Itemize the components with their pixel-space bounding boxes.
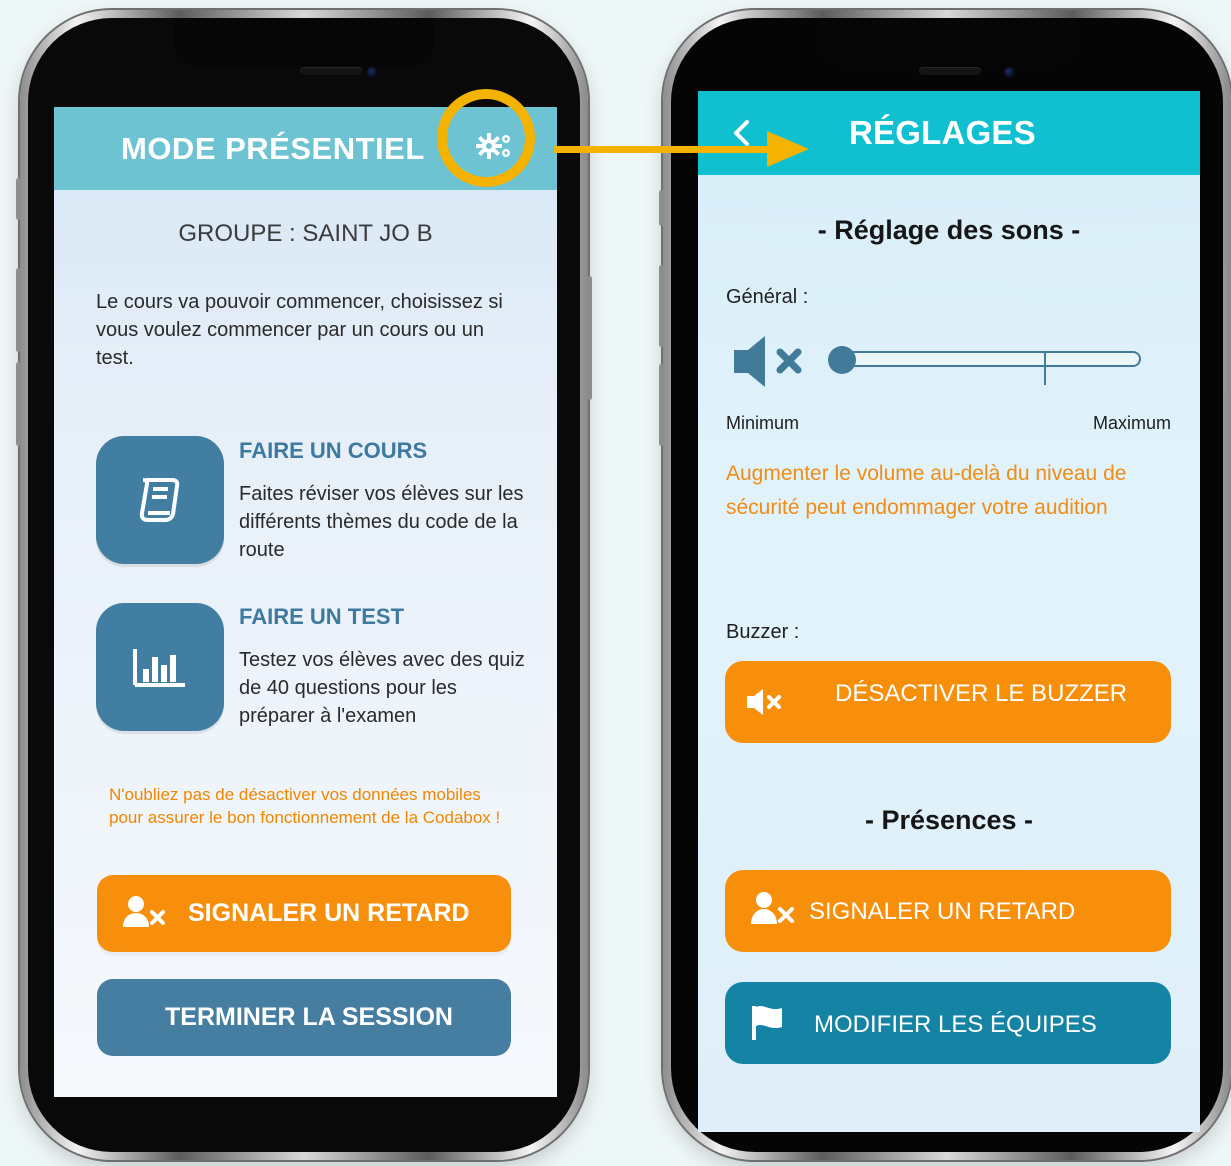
user-x-icon bbox=[751, 892, 794, 924]
report-late-label: SIGNALER UN RETARD bbox=[188, 899, 470, 927]
disable-buzzer-label: DÉSACTIVER LE BUZZER bbox=[835, 680, 1128, 707]
test-description: Testez vos élèves avec des quiz de 40 qu… bbox=[239, 649, 525, 727]
maximum-label: Maximum bbox=[1092, 413, 1171, 433]
minimum-label: Minimum bbox=[726, 413, 800, 433]
group-label: GROUPE : SAINT JO B bbox=[178, 220, 433, 247]
user-x-icon bbox=[123, 896, 165, 927]
sound-settings-title: - Réglage des sons - bbox=[817, 215, 1081, 245]
volume-warning: Augmenter le volume au-delà du niveau de… bbox=[726, 462, 1127, 519]
side-button bbox=[16, 268, 21, 352]
volume-slider-track[interactable] bbox=[838, 351, 1141, 367]
side-button bbox=[659, 364, 664, 446]
course-description: Faites réviser vos élèves sur les différ… bbox=[239, 483, 524, 561]
phone-notch bbox=[817, 18, 1077, 66]
book-icon bbox=[139, 478, 180, 522]
buzzer-label: Buzzer : bbox=[726, 621, 800, 643]
phone-notch bbox=[174, 18, 434, 66]
mute-icon bbox=[747, 689, 781, 715]
right-screen: RÉGLAGES - Réglage des sons - Général : … bbox=[698, 91, 1200, 1132]
intro-text: Le cours va pouvoir commencer, choisisse… bbox=[96, 291, 503, 369]
speaker-grille bbox=[919, 67, 981, 75]
settings-highlight-ring bbox=[437, 89, 535, 187]
modify-teams-button[interactable]: MODIFIER LES ÉQUIPES bbox=[725, 982, 1171, 1064]
side-button bbox=[659, 190, 664, 226]
front-camera bbox=[367, 67, 378, 78]
test-card[interactable] bbox=[96, 603, 224, 731]
report-late-label: SIGNALER UN RETARD bbox=[809, 898, 1076, 925]
test-title: FAIRE UN TEST bbox=[239, 604, 405, 629]
course-card[interactable] bbox=[96, 436, 224, 564]
general-label: Général : bbox=[726, 286, 809, 308]
left-screen: MODE PRÉSENTIEL GROUPE : SAINT JO B Le c… bbox=[54, 107, 557, 1097]
side-button bbox=[587, 276, 592, 400]
side-button bbox=[16, 178, 21, 220]
modify-teams-label: MODIFIER LES ÉQUIPES bbox=[814, 1011, 1097, 1038]
flag-icon bbox=[752, 1005, 782, 1040]
mobile-data-notice: N'oubliez pas de désactiver vos données … bbox=[109, 785, 501, 827]
speaker-grille bbox=[300, 67, 362, 75]
front-camera bbox=[1004, 67, 1015, 78]
back-arrow-icon[interactable] bbox=[729, 119, 753, 147]
bar-chart-icon bbox=[133, 649, 185, 687]
course-title: FAIRE UN COURS bbox=[239, 438, 428, 463]
page-title: MODE PRÉSENTIEL bbox=[121, 131, 425, 166]
end-session-label: TERMINER LA SESSION bbox=[165, 1003, 453, 1031]
side-button bbox=[16, 362, 21, 446]
end-session-button[interactable]: TERMINER LA SESSION bbox=[97, 979, 511, 1056]
presences-title: - Présences - bbox=[864, 805, 1034, 835]
disable-buzzer-button[interactable]: DÉSACTIVER LE BUZZER bbox=[725, 661, 1171, 743]
settings-callout-arrow bbox=[554, 146, 774, 153]
mute-icon bbox=[734, 336, 802, 387]
report-late-button[interactable]: SIGNALER UN RETARD bbox=[725, 870, 1171, 952]
volume-safety-marker bbox=[1044, 353, 1046, 385]
report-late-button[interactable]: SIGNALER UN RETARD bbox=[97, 875, 511, 952]
settings-callout-arrowhead bbox=[767, 131, 809, 167]
page-title: RÉGLAGES bbox=[849, 114, 1036, 151]
volume-slider-knob[interactable] bbox=[828, 346, 856, 374]
side-button bbox=[659, 265, 664, 347]
